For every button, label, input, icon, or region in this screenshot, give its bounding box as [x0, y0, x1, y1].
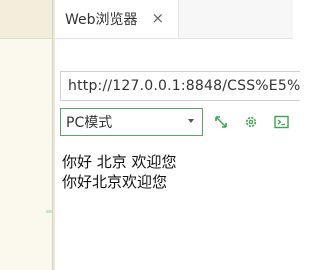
address-url: http://127.0.0.1:8848/CSS%E5% — [68, 78, 300, 94]
caret-down-icon — [188, 119, 194, 123]
console-button[interactable] — [271, 112, 291, 132]
close-icon[interactable]: × — [152, 11, 165, 26]
web-browser-panel: Web浏览器 × http://127.0.0.1:8848/CSS%E5% P… — [55, 0, 300, 270]
editor-tab-strip — [0, 0, 52, 39]
screenshot-icon — [214, 115, 228, 129]
device-mode-value: PC模式 — [66, 115, 113, 131]
browser-tab-bar: Web浏览器 × — [55, 0, 293, 39]
device-mode-select[interactable]: PC模式 — [60, 108, 203, 136]
page-text-line-2: 你好北京欢迎您 — [62, 173, 168, 191]
settings-gear-icon — [244, 115, 258, 129]
tab-title: Web浏览器 — [65, 11, 138, 28]
console-icon — [273, 115, 289, 129]
settings-button[interactable] — [241, 112, 261, 132]
app-window: Web浏览器 × http://127.0.0.1:8848/CSS%E5% P… — [0, 0, 300, 270]
address-bar[interactable]: http://127.0.0.1:8848/CSS%E5% — [60, 71, 300, 101]
rendered-page: 你好 北京 欢迎您 你好北京欢迎您 — [62, 152, 177, 192]
page-text-line-1: 你好 北京 欢迎您 — [62, 153, 177, 171]
tab-web-browser[interactable]: Web浏览器 × — [55, 0, 179, 38]
screenshot-button[interactable] — [211, 112, 231, 132]
editor-pane-edge — [0, 0, 52, 270]
